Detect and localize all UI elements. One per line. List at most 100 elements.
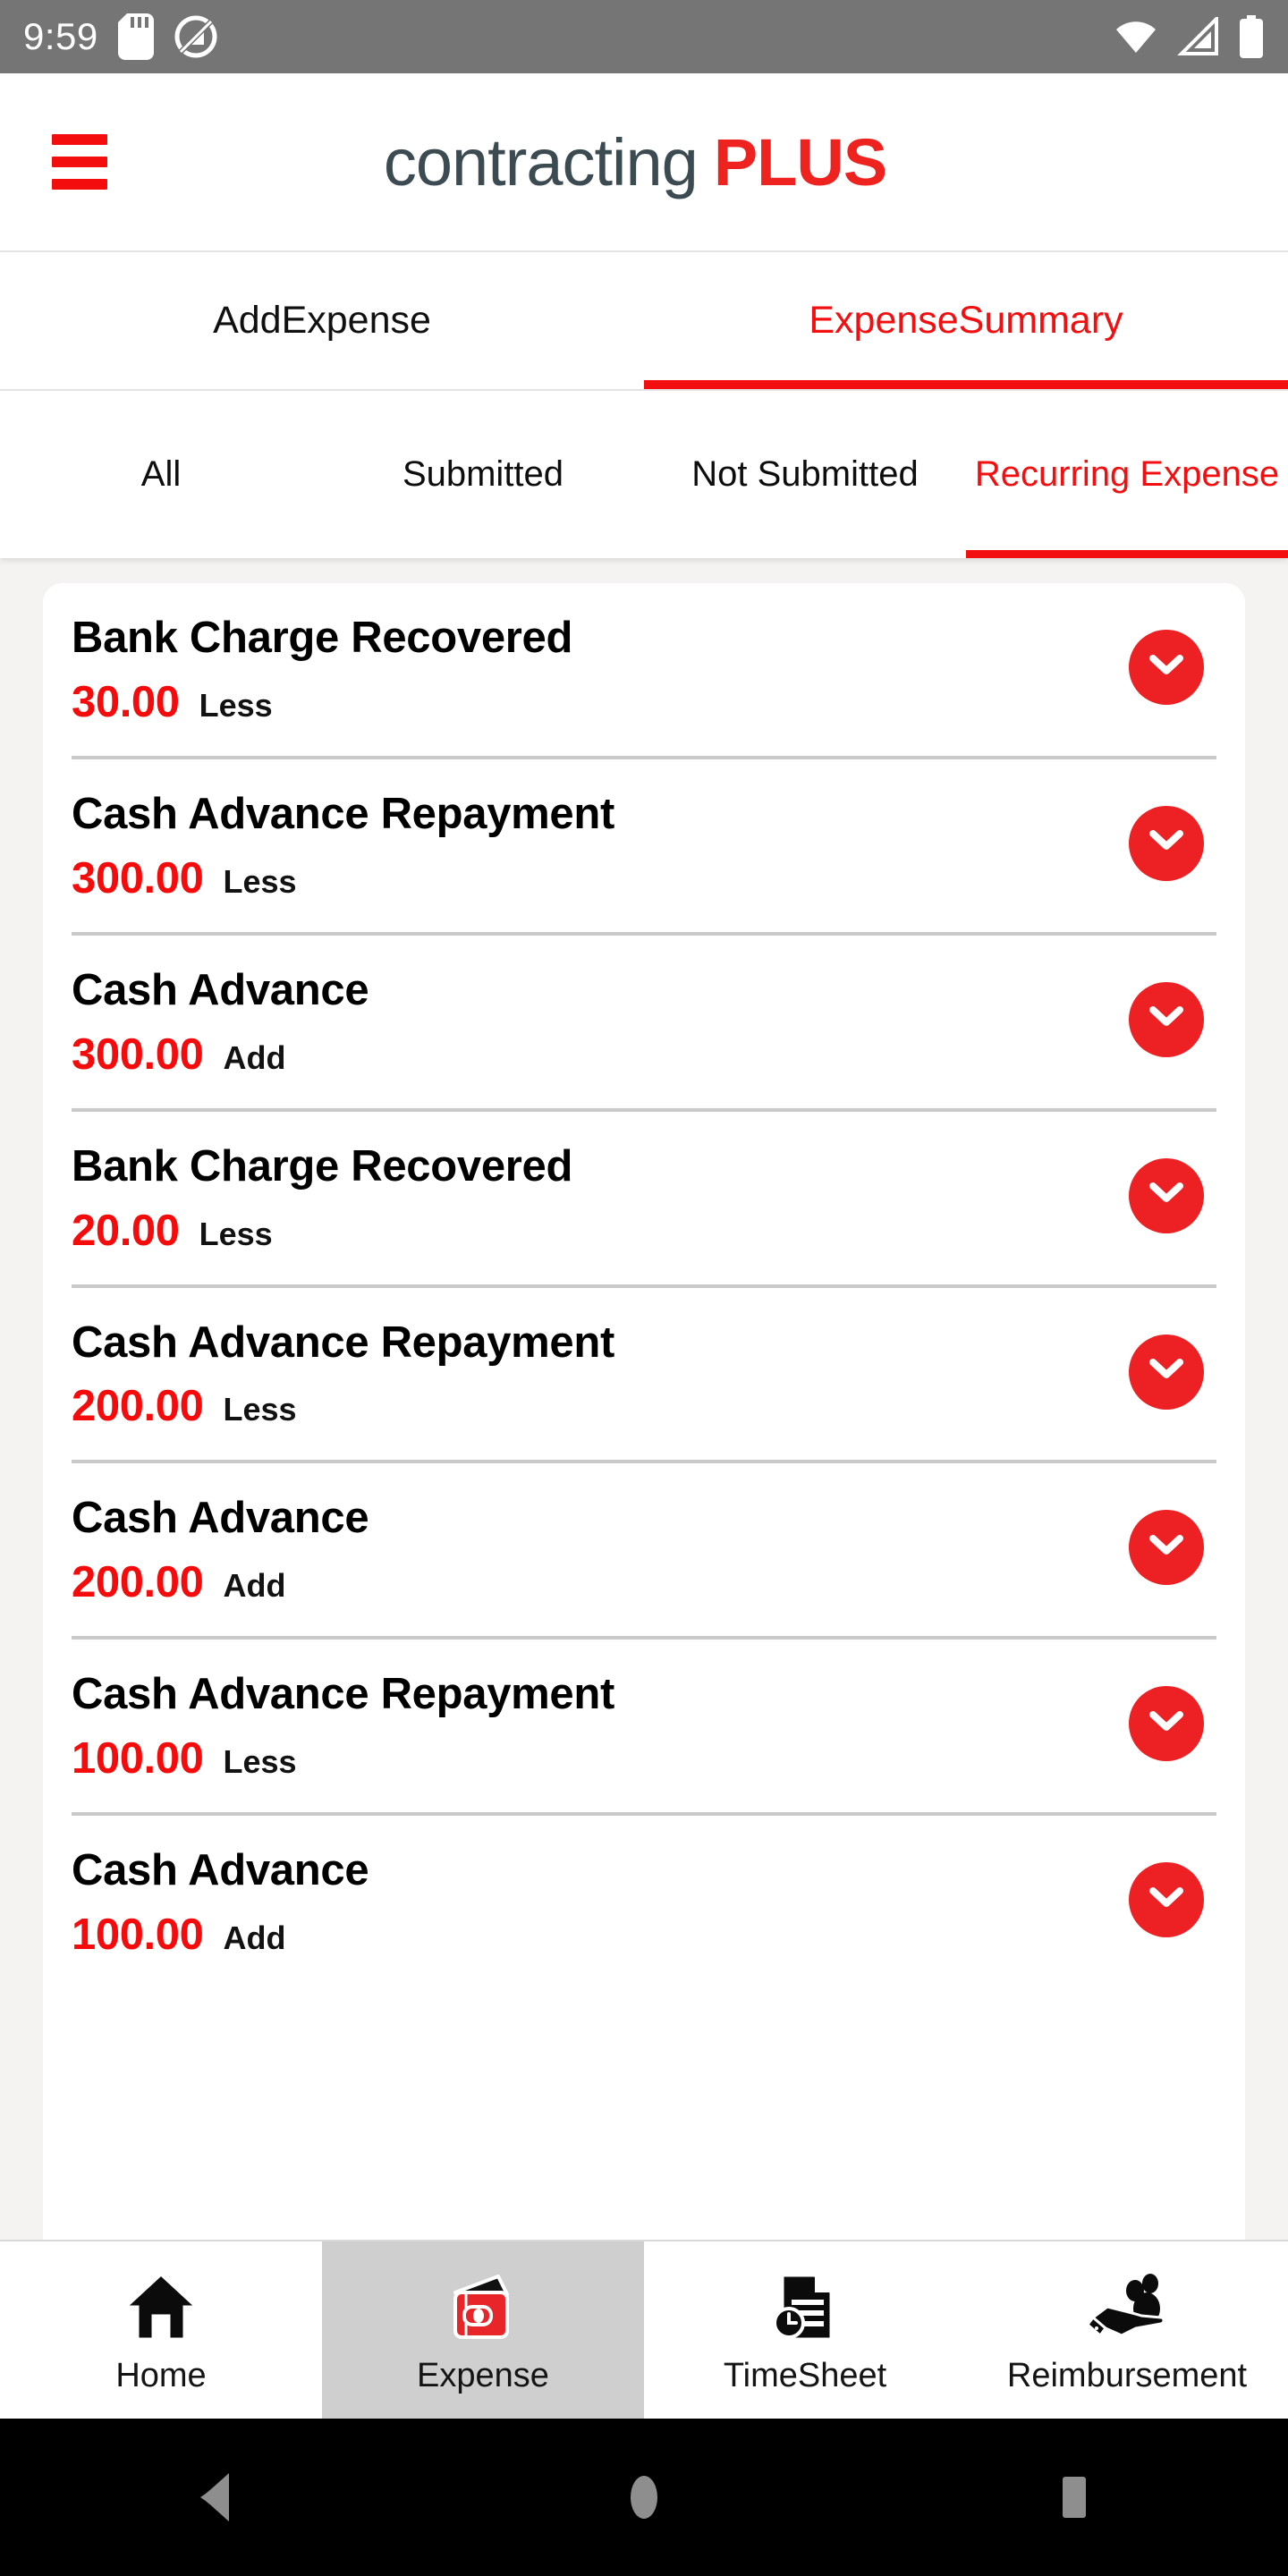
expense-detail: 30.00 Less bbox=[72, 677, 1129, 727]
expense-type: Add bbox=[223, 1038, 286, 1076]
expense-type: Less bbox=[223, 862, 297, 900]
filter-tab-label: Submitted bbox=[402, 453, 564, 494]
expense-row[interactable]: Cash Advance Repayment 100.00 Less bbox=[72, 1640, 1216, 1817]
nav-item-home[interactable]: Home bbox=[0, 2241, 322, 2419]
expense-title: Cash Advance Repayment bbox=[72, 789, 615, 838]
chevron-down-icon bbox=[1148, 1886, 1184, 1914]
chevron-down-icon bbox=[1148, 1534, 1184, 1562]
expense-title: Cash Advance bbox=[72, 1494, 369, 1543]
expense-detail: 100.00 Less bbox=[72, 1733, 1129, 1784]
expense-title: Cash Advance bbox=[72, 1846, 369, 1895]
hamburger-bar bbox=[52, 157, 107, 167]
expense-detail: 200.00 Add bbox=[72, 1557, 1129, 1607]
expense-expand-button[interactable] bbox=[1129, 1157, 1204, 1233]
home-icon bbox=[123, 2267, 199, 2346]
tab-label: ExpenseSummary bbox=[809, 299, 1123, 342]
expense-title: Bank Charge Recovered bbox=[72, 614, 573, 662]
logo-text-accent: PLUS bbox=[713, 124, 887, 199]
nav-item-reimbursement[interactable]: Reimbursement bbox=[966, 2241, 1288, 2419]
status-bar-right bbox=[1113, 15, 1265, 58]
expense-card: Bank Charge Recovered 30.00 Less Cash Ad… bbox=[43, 583, 1245, 2240]
filter-tab-label: All bbox=[140, 453, 182, 494]
expense-expand-button[interactable] bbox=[1129, 1510, 1204, 1586]
expense-row-main: Cash Advance 200.00 Add bbox=[72, 1494, 1129, 1607]
expense-row[interactable]: Cash Advance Repayment 200.00 Less bbox=[72, 1288, 1216, 1464]
document-clock-icon bbox=[767, 2267, 843, 2346]
filter-tab-all[interactable]: All bbox=[0, 391, 322, 558]
nav-item-timesheet[interactable]: TimeSheet bbox=[644, 2241, 966, 2419]
hamburger-menu-icon[interactable] bbox=[52, 134, 107, 190]
expense-expand-button[interactable] bbox=[1129, 1334, 1204, 1410]
expense-expand-button[interactable] bbox=[1129, 981, 1204, 1057]
expense-row-main: Cash Advance Repayment 100.00 Less bbox=[72, 1670, 1129, 1784]
hamburger-bar bbox=[52, 179, 107, 190]
expense-type: Less bbox=[199, 1215, 273, 1252]
expense-amount: 20.00 bbox=[72, 1206, 180, 1255]
expense-amount: 100.00 bbox=[72, 1911, 204, 1959]
expense-detail: 200.00 Less bbox=[72, 1381, 1129, 1431]
chevron-down-icon bbox=[1148, 829, 1184, 857]
expense-row-main: Bank Charge Recovered 30.00 Less bbox=[72, 614, 1129, 727]
expense-row[interactable]: Cash Advance 300.00 Add bbox=[72, 936, 1216, 1112]
nav-item-label: TimeSheet bbox=[723, 2357, 887, 2394]
filter-tab-recurring-expense[interactable]: Recurring Expense bbox=[966, 391, 1288, 558]
status-bar: 9:59 bbox=[0, 0, 1288, 73]
expense-type: Less bbox=[223, 1743, 297, 1781]
expense-row[interactable]: Cash Advance 200.00 Add bbox=[72, 1463, 1216, 1640]
expense-amount: 300.00 bbox=[72, 1030, 204, 1079]
expense-title: Cash Advance bbox=[72, 965, 369, 1014]
nav-item-label: Reimbursement bbox=[1006, 2357, 1248, 2394]
tab-add-expense[interactable]: AddExpense bbox=[0, 252, 644, 389]
expense-detail: 300.00 Less bbox=[72, 853, 1129, 903]
expense-detail: 300.00 Add bbox=[72, 1030, 1129, 1080]
expense-detail: 20.00 Less bbox=[72, 1206, 1129, 1256]
recents-square-icon[interactable] bbox=[1011, 2453, 1136, 2542]
expense-row-main: Cash Advance Repayment 300.00 Less bbox=[72, 790, 1129, 903]
chevron-down-icon bbox=[1148, 1710, 1184, 1738]
app-logo: contracting PLUS bbox=[383, 124, 887, 200]
expense-type: Add bbox=[223, 1567, 286, 1605]
wifi-icon bbox=[1113, 17, 1159, 56]
expense-expand-button[interactable] bbox=[1129, 805, 1204, 881]
chevron-down-icon bbox=[1148, 1005, 1184, 1033]
expense-title: Cash Advance Repayment bbox=[72, 1670, 615, 1719]
expense-type: Add bbox=[223, 1919, 286, 1956]
expense-amount: 100.00 bbox=[72, 1734, 204, 1784]
nav-item-expense[interactable]: Expense bbox=[322, 2241, 644, 2419]
expense-expand-button[interactable] bbox=[1129, 1862, 1204, 1938]
expense-row-main: Cash Advance 100.00 Add bbox=[72, 1846, 1129, 1960]
logo-text-primary: contracting bbox=[383, 124, 699, 199]
expense-expand-button[interactable] bbox=[1129, 1686, 1204, 1762]
expense-row[interactable]: Bank Charge Recovered 30.00 Less bbox=[72, 583, 1216, 759]
app-root: 9:59 contracting PLUS AddExpense Expense… bbox=[0, 0, 1288, 2576]
expense-detail: 100.00 Add bbox=[72, 1910, 1129, 1960]
filter-tab-submitted[interactable]: Submitted bbox=[322, 391, 644, 558]
hamburger-bar bbox=[52, 134, 107, 145]
wallet-icon bbox=[445, 2267, 521, 2346]
expense-amount: 300.00 bbox=[72, 853, 204, 902]
bottom-navigation-bar: Home Expense TimeSheet Reimbursement bbox=[0, 2240, 1288, 2419]
expense-type: Less bbox=[223, 1391, 297, 1428]
expense-amount: 30.00 bbox=[72, 677, 180, 726]
back-triangle-icon[interactable] bbox=[152, 2453, 277, 2542]
chevron-down-icon bbox=[1148, 654, 1184, 682]
status-bar-clock: 9:59 bbox=[23, 15, 98, 57]
main-tab-bar: AddExpense ExpenseSummary bbox=[0, 252, 1288, 391]
expense-row[interactable]: Cash Advance Repayment 300.00 Less bbox=[72, 759, 1216, 936]
battery-icon bbox=[1238, 15, 1265, 58]
expense-expand-button[interactable] bbox=[1129, 630, 1204, 705]
expense-amount: 200.00 bbox=[72, 1558, 204, 1607]
expense-row[interactable]: Bank Charge Recovered 20.00 Less bbox=[72, 1112, 1216, 1288]
filter-tab-not-submitted[interactable]: Not Submitted bbox=[644, 391, 966, 558]
app-header: contracting PLUS bbox=[0, 73, 1288, 252]
tab-label: AddExpense bbox=[213, 299, 431, 342]
expense-row[interactable]: Cash Advance 100.00 Add bbox=[72, 1816, 1216, 1988]
nav-item-label: Home bbox=[115, 2357, 207, 2394]
home-circle-icon[interactable] bbox=[581, 2453, 707, 2542]
nav-item-label: Expense bbox=[417, 2357, 549, 2394]
tab-expense-summary[interactable]: ExpenseSummary bbox=[644, 252, 1288, 389]
expense-amount: 200.00 bbox=[72, 1382, 204, 1431]
expense-row-main: Cash Advance Repayment 200.00 Less bbox=[72, 1318, 1129, 1432]
expense-list-scroll-area[interactable]: Bank Charge Recovered 30.00 Less Cash Ad… bbox=[0, 558, 1288, 2240]
expense-title: Bank Charge Recovered bbox=[72, 1141, 573, 1191]
